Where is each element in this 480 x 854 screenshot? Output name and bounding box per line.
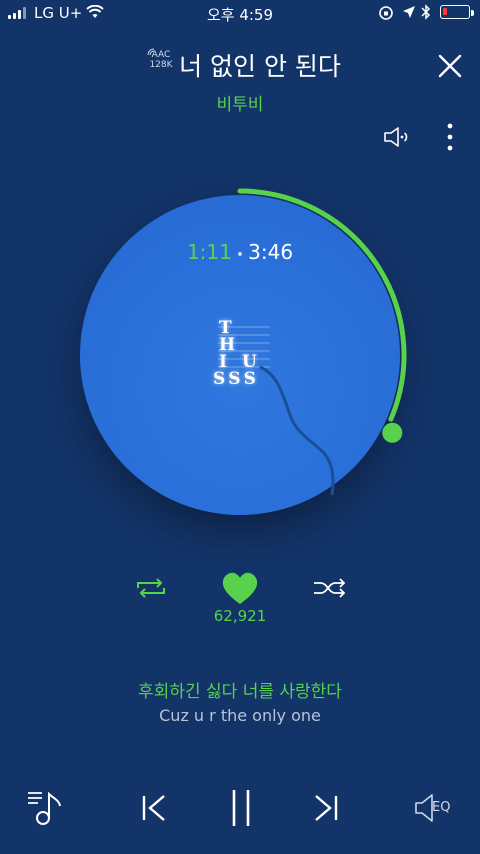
next-track-icon[interactable] <box>312 793 340 823</box>
pause-icon[interactable] <box>228 788 254 828</box>
lyric-translation[interactable]: Cuz u r the only one <box>0 706 480 725</box>
playback-time: 1:11 • 3:46 <box>0 240 480 264</box>
song-title: 너 없인 안 된다 <box>179 52 341 81</box>
close-icon[interactable] <box>436 52 464 80</box>
battery-icon <box>440 5 470 19</box>
artist-name[interactable]: 비투비 <box>0 90 480 115</box>
like-heart-icon[interactable] <box>221 572 259 606</box>
playlist-icon[interactable] <box>26 788 66 828</box>
status-bar: LG U+ 오후 4:59 <box>0 0 480 26</box>
logo-letter-s3: S <box>243 369 257 389</box>
time-separator: • <box>235 247 245 263</box>
speaker-output-icon[interactable] <box>382 125 412 149</box>
album-logo-text: T H IU SSS <box>213 320 258 388</box>
battery-tip <box>471 10 474 16</box>
location-icon <box>403 6 415 18</box>
current-time: 1:11 <box>186 240 232 264</box>
logo-letter-s2: S <box>228 369 242 389</box>
more-options-icon[interactable] <box>440 122 460 152</box>
bluetooth-icon <box>421 4 431 20</box>
repeat-icon[interactable] <box>133 575 169 601</box>
total-time: 3:46 <box>248 240 294 264</box>
progress-knob[interactable] <box>382 422 403 443</box>
orientation-lock-icon <box>379 6 393 20</box>
like-count: 62,921 <box>213 607 267 625</box>
previous-track-icon[interactable] <box>140 793 168 823</box>
shuffle-icon[interactable] <box>312 575 348 601</box>
current-lyric[interactable]: 후회하긴 싫다 너를 사랑한다 <box>0 677 480 702</box>
logo-letter-s1: S <box>213 369 227 389</box>
eq-label[interactable]: EQ <box>432 800 450 815</box>
